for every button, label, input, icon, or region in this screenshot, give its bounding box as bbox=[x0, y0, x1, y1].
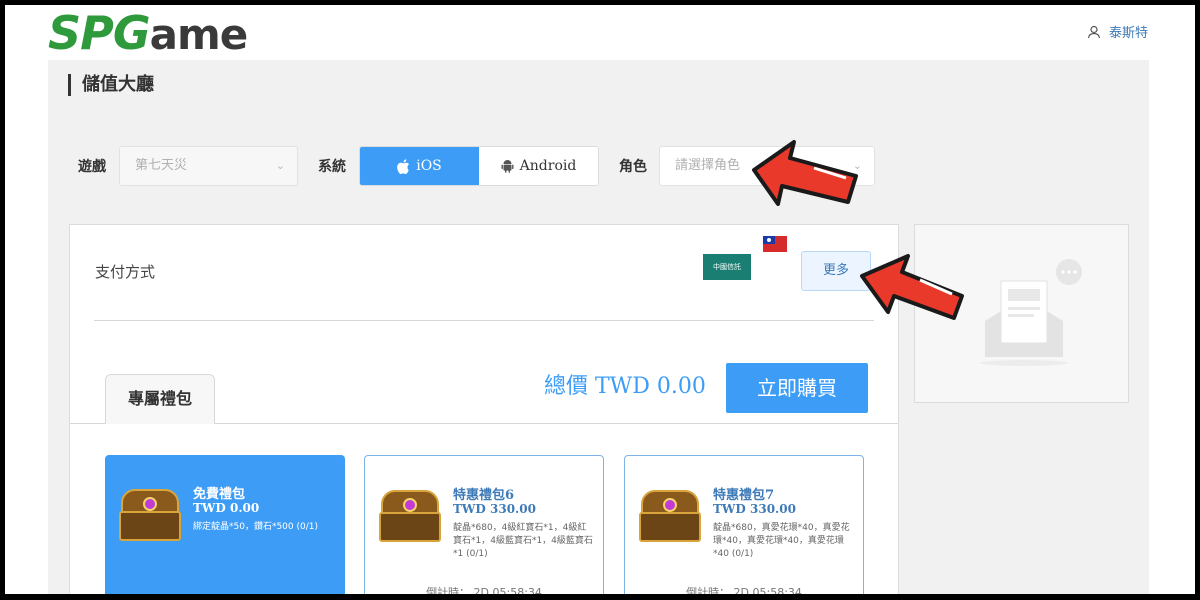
ios-button[interactable]: iOS bbox=[360, 147, 479, 185]
treasure-chest-icon bbox=[635, 486, 705, 548]
package-price: TWD 0.00 bbox=[193, 501, 260, 515]
payment-card: 支付方式 中國信託 更多 專屬禮包 總價 TWD 0.00 立即購買 免費禮包 … bbox=[69, 224, 899, 600]
red-arrow-annotation-role bbox=[752, 140, 858, 206]
package-description: 綁定靛晶*50，鑽石*500 (0/1) bbox=[193, 522, 318, 532]
game-select[interactable]: 第七天災 ⌄ bbox=[119, 146, 298, 186]
user-icon bbox=[1087, 25, 1101, 38]
taiwan-flag-icon bbox=[763, 236, 787, 252]
payment-method-label: 支付方式 bbox=[95, 263, 156, 281]
divider bbox=[94, 320, 874, 321]
logo-suffix: ame bbox=[149, 10, 249, 59]
ios-label: iOS bbox=[416, 158, 442, 174]
package-title: 特惠禮包7 bbox=[713, 488, 775, 503]
role-select-placeholder: 請選擇角色 bbox=[675, 158, 741, 173]
package-card-free[interactable]: 免費禮包 TWD 0.00 綁定靛晶*50，鑽石*500 (0/1) bbox=[105, 455, 345, 600]
package-countdown: 倒計時： 2D 05:58:34 bbox=[426, 586, 542, 599]
buy-now-button[interactable]: 立即購買 bbox=[726, 363, 868, 413]
total-price: 總價 TWD 0.00 bbox=[544, 374, 706, 399]
package-description: 靛晶*680，真愛花環*40，真愛花環*40，真愛花環*40，真愛花環*40 (… bbox=[713, 523, 850, 559]
tab-exclusive-packages[interactable]: 專屬禮包 bbox=[105, 374, 215, 424]
apple-icon bbox=[397, 158, 410, 174]
user-account-link[interactable]: 泰斯特 bbox=[1087, 22, 1148, 41]
package-price: TWD 330.00 bbox=[453, 502, 536, 516]
logo-prefix: SPG bbox=[48, 6, 151, 60]
android-label: Android bbox=[519, 158, 577, 174]
game-select-value: 第七天災 bbox=[135, 158, 188, 173]
android-icon bbox=[501, 160, 514, 173]
username: 泰斯特 bbox=[1108, 26, 1148, 41]
package-title: 免費禮包 bbox=[193, 487, 246, 502]
package-card-special-6[interactable]: 特惠禮包6 TWD 330.00 靛晶*680，4級紅寶石*1，4級紅寶石*1，… bbox=[364, 455, 604, 600]
treasure-chest-icon bbox=[115, 485, 185, 547]
page-title: 儲值大廳 bbox=[68, 74, 154, 96]
chevron-down-icon: ⌄ bbox=[275, 159, 285, 172]
package-description: 靛晶*680，4級紅寶石*1，4級紅寶石*1，4級藍寶石*1，4級藍寶石*1 (… bbox=[453, 523, 593, 559]
treasure-chest-icon bbox=[375, 486, 445, 548]
red-arrow-annotation-more bbox=[860, 254, 964, 320]
package-price: TWD 330.00 bbox=[713, 502, 796, 516]
android-button[interactable]: Android bbox=[479, 147, 598, 185]
bank-logo-text: 中國信託 bbox=[713, 263, 741, 271]
system-toggle: iOS Android bbox=[359, 146, 599, 186]
spgame-logo[interactable]: SPG ame bbox=[48, 6, 249, 60]
game-label: 遊戲 bbox=[78, 159, 106, 175]
package-countdown: 倒計時： 2D 05:58:34 bbox=[686, 586, 802, 599]
role-label: 角色 bbox=[619, 159, 647, 175]
system-label: 系統 bbox=[318, 159, 346, 175]
package-card-special-7[interactable]: 特惠禮包7 TWD 330.00 靛晶*680，真愛花環*40，真愛花環*40，… bbox=[624, 455, 864, 600]
topup-panel: 儲值大廳 遊戲 第七天災 ⌄ 系統 iOS Android 角色 請選擇角色 ⌄… bbox=[48, 60, 1149, 600]
package-title: 特惠禮包6 bbox=[453, 488, 515, 503]
ctbc-bank-logo[interactable]: 中國信託 bbox=[703, 254, 751, 280]
